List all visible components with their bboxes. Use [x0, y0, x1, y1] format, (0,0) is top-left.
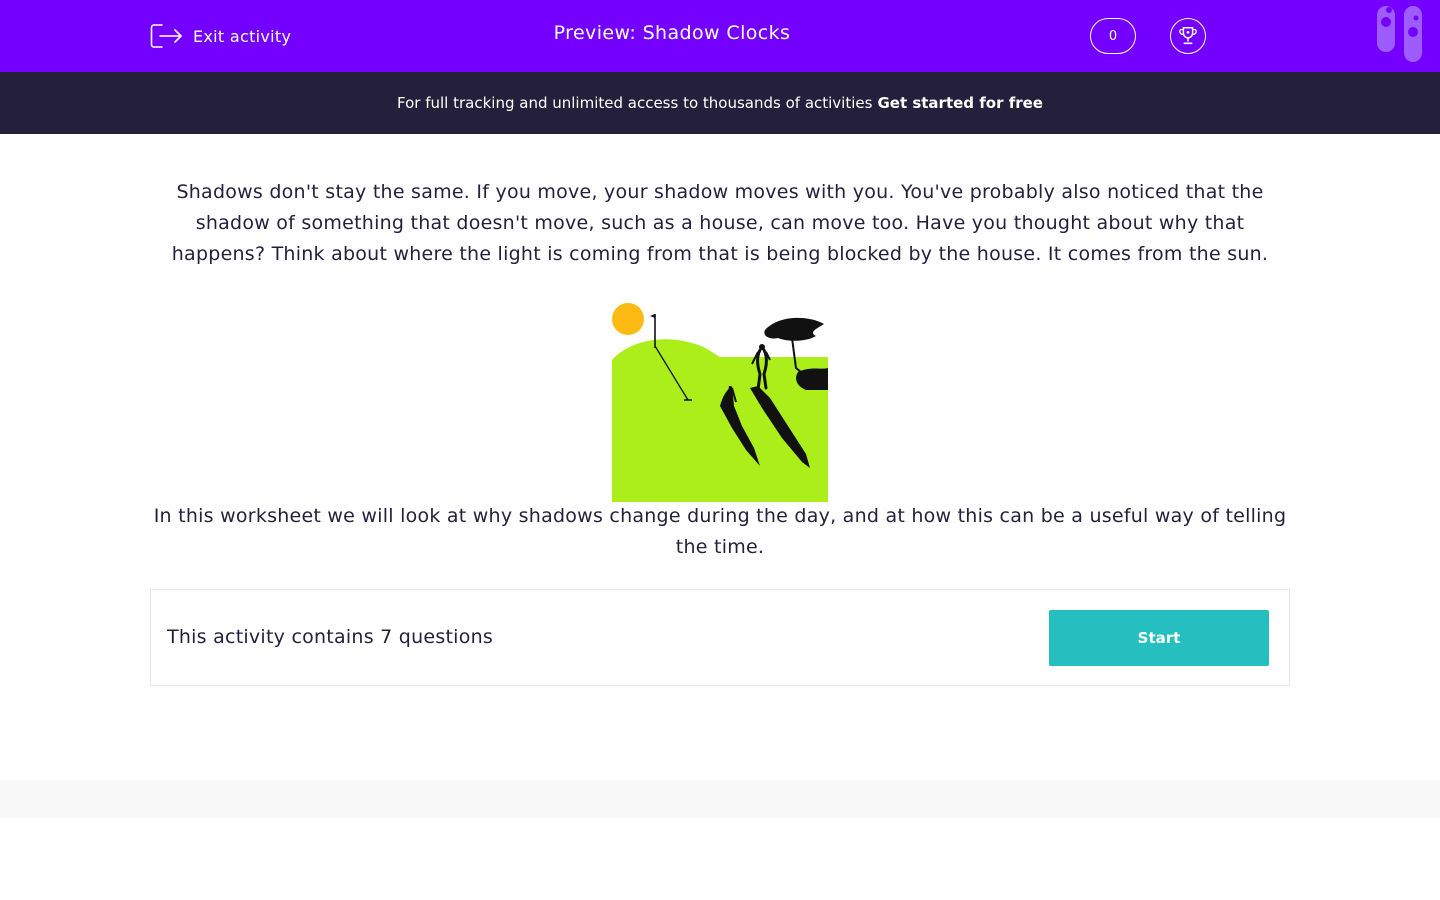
activity-card: This activity contains 7 questions Start — [150, 589, 1290, 686]
intro-paragraph: Shadows don't stay the same. If you move… — [171, 181, 1269, 265]
start-button[interactable]: Start — [1049, 610, 1269, 666]
decorative-shapes — [1377, 6, 1422, 62]
signup-banner: For full tracking and unlimited access t… — [0, 72, 1440, 134]
footer-strip — [0, 780, 1440, 818]
trophy-icon — [1179, 27, 1197, 45]
page-title: Preview: Shadow Clocks — [553, 22, 791, 44]
get-started-link[interactable]: Get started for free — [877, 94, 1043, 112]
banner-text: For full tracking and unlimited access t… — [397, 94, 873, 112]
top-bar: Exit activity Preview: Shadow Clocks 0 — [0, 0, 1440, 72]
trophy-button[interactable] — [1170, 18, 1206, 54]
shadow-illustration — [612, 303, 828, 502]
summary-paragraph: In this worksheet we will look at why sh… — [153, 505, 1287, 558]
score-badge: 0 — [1090, 18, 1136, 54]
question-count-text: This activity contains 7 questions — [167, 626, 494, 648]
